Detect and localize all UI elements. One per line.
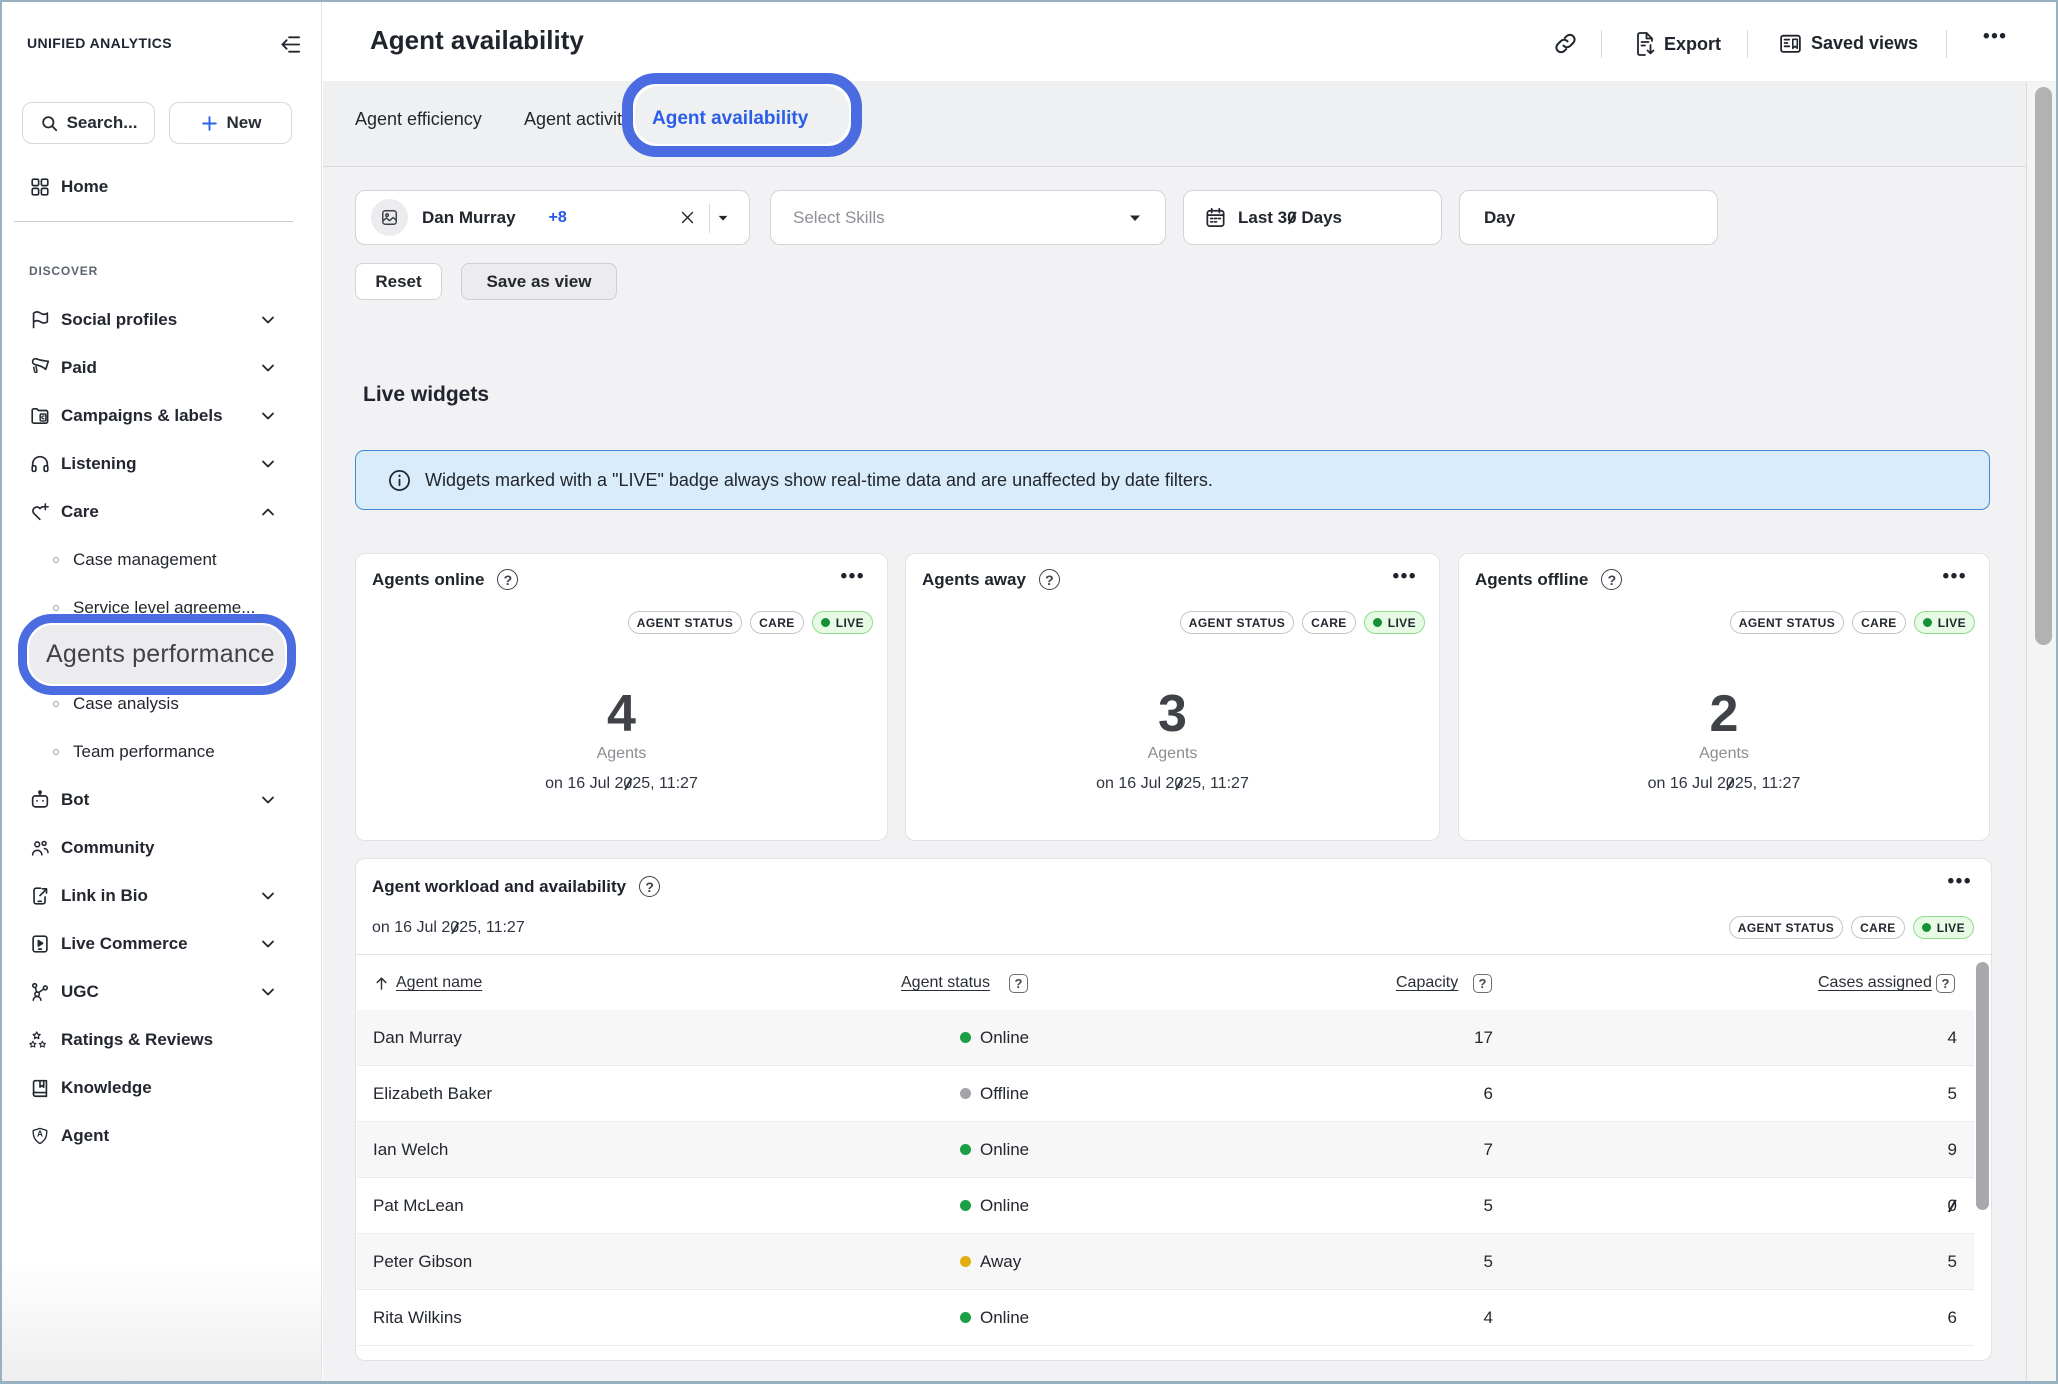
svg-text:A: A: [37, 1130, 43, 1139]
